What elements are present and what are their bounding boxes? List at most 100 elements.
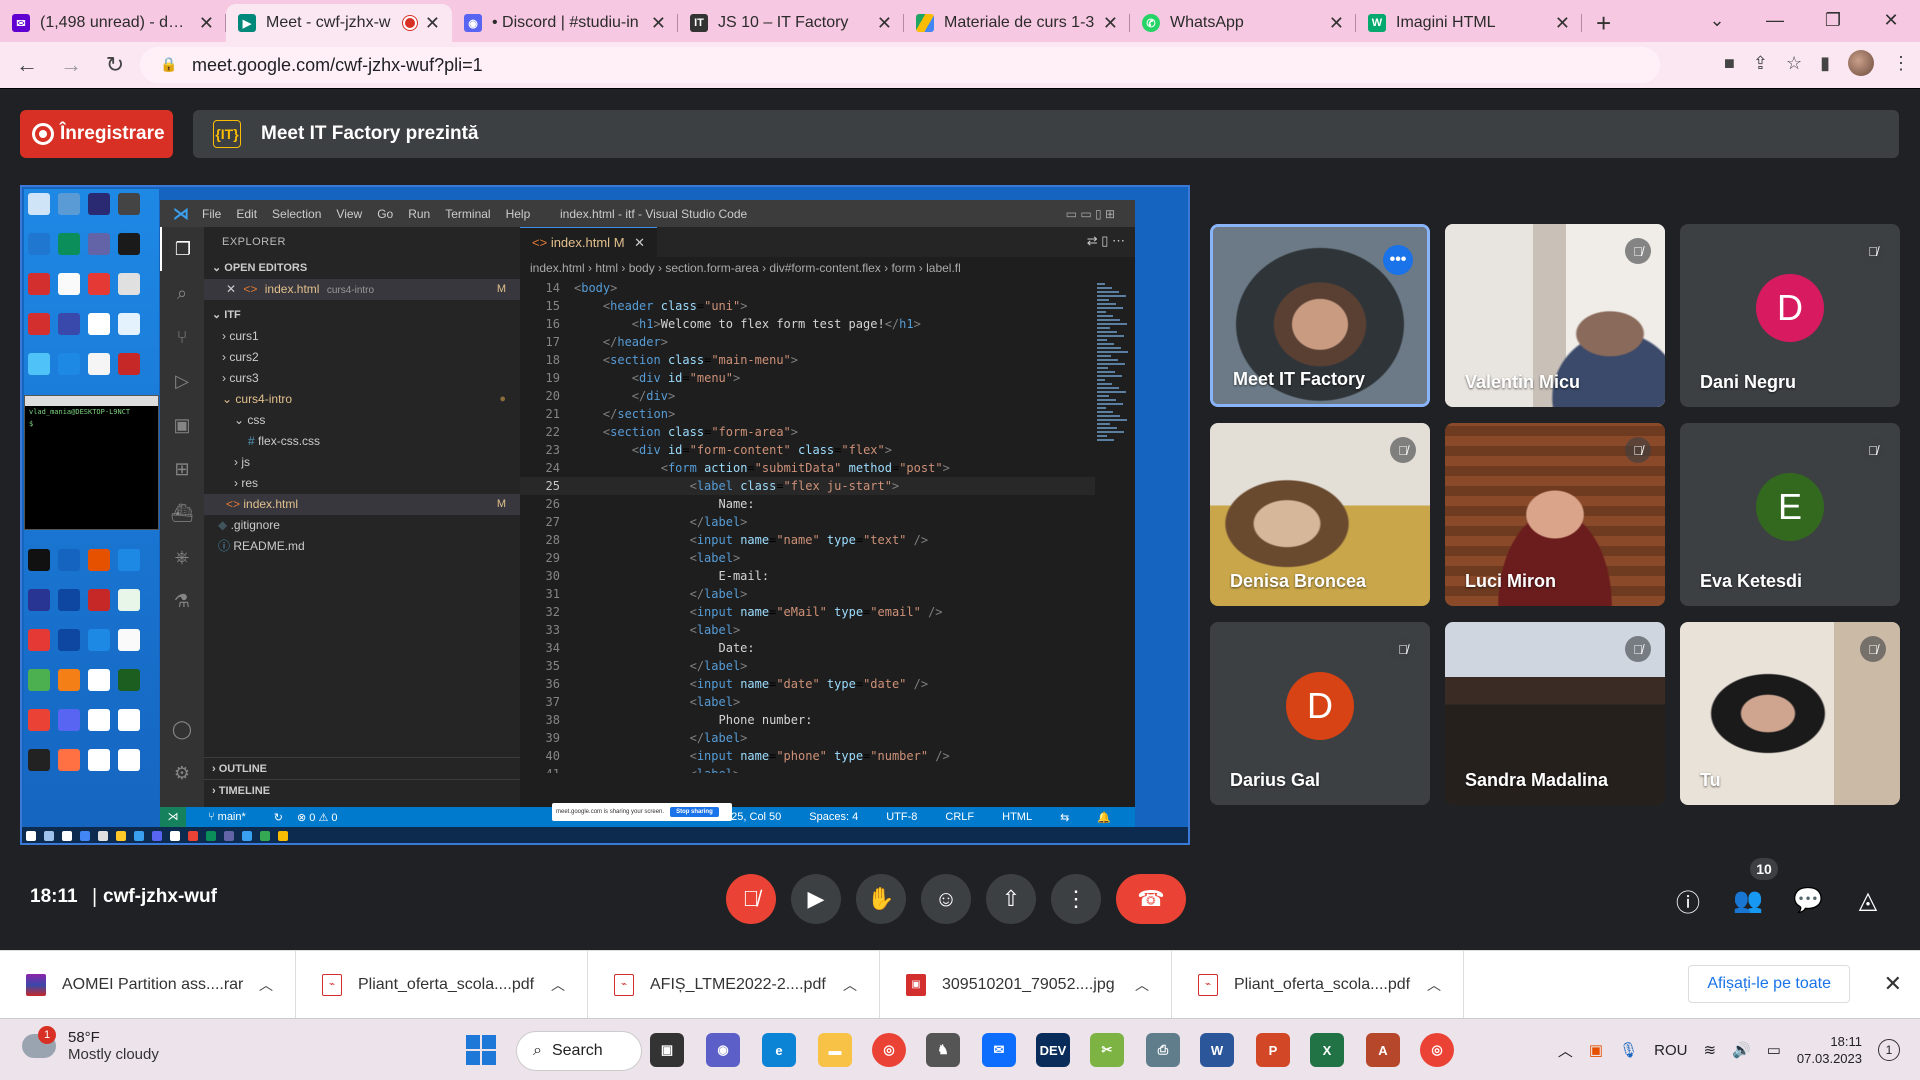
code-line[interactable]: 23 <div id="form-content" class="flex"> bbox=[520, 441, 1095, 459]
participant-tile[interactable]: D 🎙̸ Dani Negru bbox=[1680, 224, 1900, 407]
code-line[interactable]: 34 Date: bbox=[520, 639, 1095, 657]
weather-widget[interactable]: 1 58°F Mostly cloudy bbox=[22, 1026, 159, 1063]
settings-gear-icon[interactable]: ⚙ bbox=[160, 751, 204, 795]
tree-item-curs1[interactable]: › curs1 bbox=[204, 326, 520, 347]
tray-app-icon[interactable]: ▣ bbox=[1589, 1041, 1603, 1059]
acrobat-icon[interactable]: A bbox=[1366, 1033, 1400, 1067]
code-line[interactable]: 22 <section class="form-area"> bbox=[520, 423, 1095, 441]
tab-google-drive[interactable]: Materiale de curs 1-3 ✕ bbox=[904, 4, 1130, 42]
code-line[interactable]: 17 </header> bbox=[520, 333, 1095, 351]
tab-yahoo-mail[interactable]: ✉ (1,498 unread) - delia ✕ bbox=[0, 4, 226, 42]
maximize-icon[interactable]: ❐ bbox=[1804, 0, 1862, 40]
download-item[interactable]: ▣ 309510201_79052....jpg ︿ bbox=[880, 950, 1172, 1019]
code-line[interactable]: 29 <label> bbox=[520, 549, 1095, 567]
code-lines[interactable]: 14 <body> 15 <header class="uni"> 16 <h1>We… bbox=[520, 279, 1095, 773]
tab-discord[interactable]: ◉ • Discord | #studiu-in ✕ bbox=[452, 4, 678, 42]
microphone-icon[interactable]: 🎙 bbox=[1619, 1041, 1638, 1059]
menu-run[interactable]: Run bbox=[408, 207, 430, 221]
open-editor-item[interactable]: ✕ <> index.html curs4-intro M bbox=[204, 279, 520, 300]
code-line[interactable]: 24 <form action="submitData" method="pos… bbox=[520, 459, 1095, 477]
extensions-icon[interactable]: ⊞ bbox=[160, 447, 204, 491]
printer-app-icon[interactable]: ⎙ bbox=[1146, 1033, 1180, 1067]
outline-section[interactable]: › OUTLINE bbox=[204, 757, 520, 779]
bookmark-star-icon[interactable]: ☆ bbox=[1786, 53, 1802, 74]
close-tab-icon[interactable]: ✕ bbox=[1555, 13, 1570, 34]
close-window-icon[interactable]: ✕ bbox=[1862, 0, 1920, 40]
minimize-icon[interactable]: — bbox=[1746, 0, 1804, 40]
code-line[interactable]: 19 <div id="menu"> bbox=[520, 369, 1095, 387]
code-line[interactable]: 25 <label class="flex ju-start"> bbox=[520, 477, 1095, 495]
close-editor-icon[interactable]: ✕ bbox=[226, 282, 236, 296]
chevron-up-icon[interactable]: ︿ bbox=[551, 975, 565, 995]
tree-item-curs3[interactable]: › curs3 bbox=[204, 368, 520, 389]
forward-icon[interactable]: → bbox=[54, 48, 88, 82]
code-editor[interactable]: <> index.html M ✕ ⇄ ▯ ⋯ index.html › htm… bbox=[520, 227, 1135, 807]
close-tab-icon[interactable]: ✕ bbox=[199, 13, 214, 34]
code-line[interactable]: 40 <input name="phone" type="number" /> bbox=[520, 747, 1095, 765]
start-button[interactable] bbox=[466, 1035, 496, 1065]
tree-item-flex-css[interactable]: # flex-css.css bbox=[204, 431, 520, 452]
new-tab-button[interactable]: + bbox=[1582, 4, 1625, 42]
participant-tile[interactable]: 🎙̸ Luci Miron bbox=[1445, 423, 1665, 606]
more-options-icon[interactable]: ••• bbox=[1383, 245, 1413, 275]
tab-it-factory[interactable]: IT JS 10 – IT Factory ✕ bbox=[678, 4, 904, 42]
code-line[interactable]: 36 <input name="date" type="date" /> bbox=[520, 675, 1095, 693]
download-item[interactable]: ⌁ AFIȘ_LTME2022-2....pdf ︿ bbox=[588, 950, 880, 1019]
kubernetes-icon[interactable]: ⎈ bbox=[160, 535, 204, 579]
minimap[interactable] bbox=[1095, 279, 1135, 773]
menu-help[interactable]: Help bbox=[506, 207, 531, 221]
chrome-icon[interactable]: ◎ bbox=[872, 1033, 906, 1067]
volume-icon[interactable]: 🔊 bbox=[1732, 1041, 1751, 1059]
menu-view[interactable]: View bbox=[336, 207, 362, 221]
close-tab-icon[interactable]: ✕ bbox=[1329, 13, 1344, 34]
encoding[interactable]: UTF-8 bbox=[886, 811, 917, 824]
close-tab-icon[interactable]: ✕ bbox=[877, 13, 892, 34]
source-control-icon[interactable]: ⑂ bbox=[160, 315, 204, 359]
participant-tile[interactable]: E 🎙̸ Eva Ketesdi bbox=[1680, 423, 1900, 606]
chevron-up-icon[interactable]: ︿ bbox=[1135, 975, 1149, 995]
excel-icon[interactable]: X bbox=[1310, 1033, 1344, 1067]
tab-search-icon[interactable]: ⌄ bbox=[1688, 0, 1746, 40]
reactions-button[interactable]: ☺ bbox=[921, 874, 971, 924]
share-icon[interactable]: ⇪ bbox=[1753, 53, 1768, 74]
close-downloads-icon[interactable]: ✕ bbox=[1884, 971, 1902, 997]
participant-tile[interactable]: 🎙̸ Sandra Madalina bbox=[1445, 622, 1665, 805]
code-line[interactable]: 38 Phone number: bbox=[520, 711, 1095, 729]
task-view-icon[interactable]: ▣ bbox=[650, 1033, 684, 1067]
side-panel-icon[interactable]: ▮ bbox=[1820, 53, 1830, 74]
chevron-up-icon[interactable]: ︿ bbox=[843, 975, 857, 995]
dev-app-icon[interactable]: DEV bbox=[1036, 1033, 1070, 1067]
participant-tile[interactable]: 🎙̸ Denisa Broncea bbox=[1210, 423, 1430, 606]
notifications-bell-icon[interactable]: 🔔 bbox=[1097, 811, 1111, 824]
download-item[interactable]: ⌁ Pliant_oferta_scola....pdf ︿ bbox=[1172, 950, 1464, 1019]
wifi-icon[interactable]: ≋ bbox=[1703, 1041, 1716, 1059]
participant-tile[interactable]: ••• Meet IT Factory bbox=[1210, 224, 1430, 407]
url-field[interactable]: 🔒 meet.google.com/cwf-jzhx-wuf?pli=1 bbox=[140, 47, 1660, 83]
show-hidden-icons[interactable]: ︿ bbox=[1558, 1040, 1573, 1061]
layout-controls-icon[interactable]: ▭ ▭ ▯ ⊞ bbox=[1066, 207, 1115, 221]
language-indicator[interactable]: ROU bbox=[1654, 1042, 1687, 1059]
close-tab-icon[interactable]: ✕ bbox=[425, 13, 440, 34]
app-icon[interactable]: ♞ bbox=[926, 1033, 960, 1067]
code-line[interactable]: 41 <label> bbox=[520, 765, 1095, 773]
tree-item-curs4-intro[interactable]: ⌄ curs4-intro ● bbox=[204, 389, 520, 410]
present-screen-button[interactable]: ⇧ bbox=[986, 874, 1036, 924]
editor-tab-index-html[interactable]: <> index.html M ✕ bbox=[520, 227, 658, 257]
close-editor-icon[interactable]: ✕ bbox=[634, 235, 645, 250]
code-line[interactable]: 21 </section> bbox=[520, 405, 1095, 423]
code-line[interactable]: 35 </label> bbox=[520, 657, 1095, 675]
teams-chat-icon[interactable]: ◉ bbox=[706, 1033, 740, 1067]
taskbar-search[interactable]: ⌕ Search bbox=[516, 1031, 642, 1071]
download-item[interactable]: AOMEI Partition ass....rar ︿ bbox=[0, 950, 296, 1019]
code-line[interactable]: 20 </div> bbox=[520, 387, 1095, 405]
code-line[interactable]: 14 <body> bbox=[520, 279, 1095, 297]
show-all-downloads-button[interactable]: Afișați-le pe toate bbox=[1688, 965, 1850, 1003]
tab-w3schools[interactable]: W Imagini HTML ✕ bbox=[1356, 4, 1582, 42]
browser-menu-icon[interactable]: ⋮ bbox=[1892, 53, 1910, 74]
accounts-icon[interactable]: ◯ bbox=[160, 707, 204, 751]
notification-count[interactable]: 1 bbox=[1878, 1039, 1900, 1061]
chevron-up-icon[interactable]: ︿ bbox=[1427, 975, 1441, 995]
close-tab-icon[interactable]: ✕ bbox=[651, 13, 666, 34]
code-line[interactable]: 27 </label> bbox=[520, 513, 1095, 531]
file-explorer-icon[interactable]: ▬ bbox=[818, 1033, 852, 1067]
